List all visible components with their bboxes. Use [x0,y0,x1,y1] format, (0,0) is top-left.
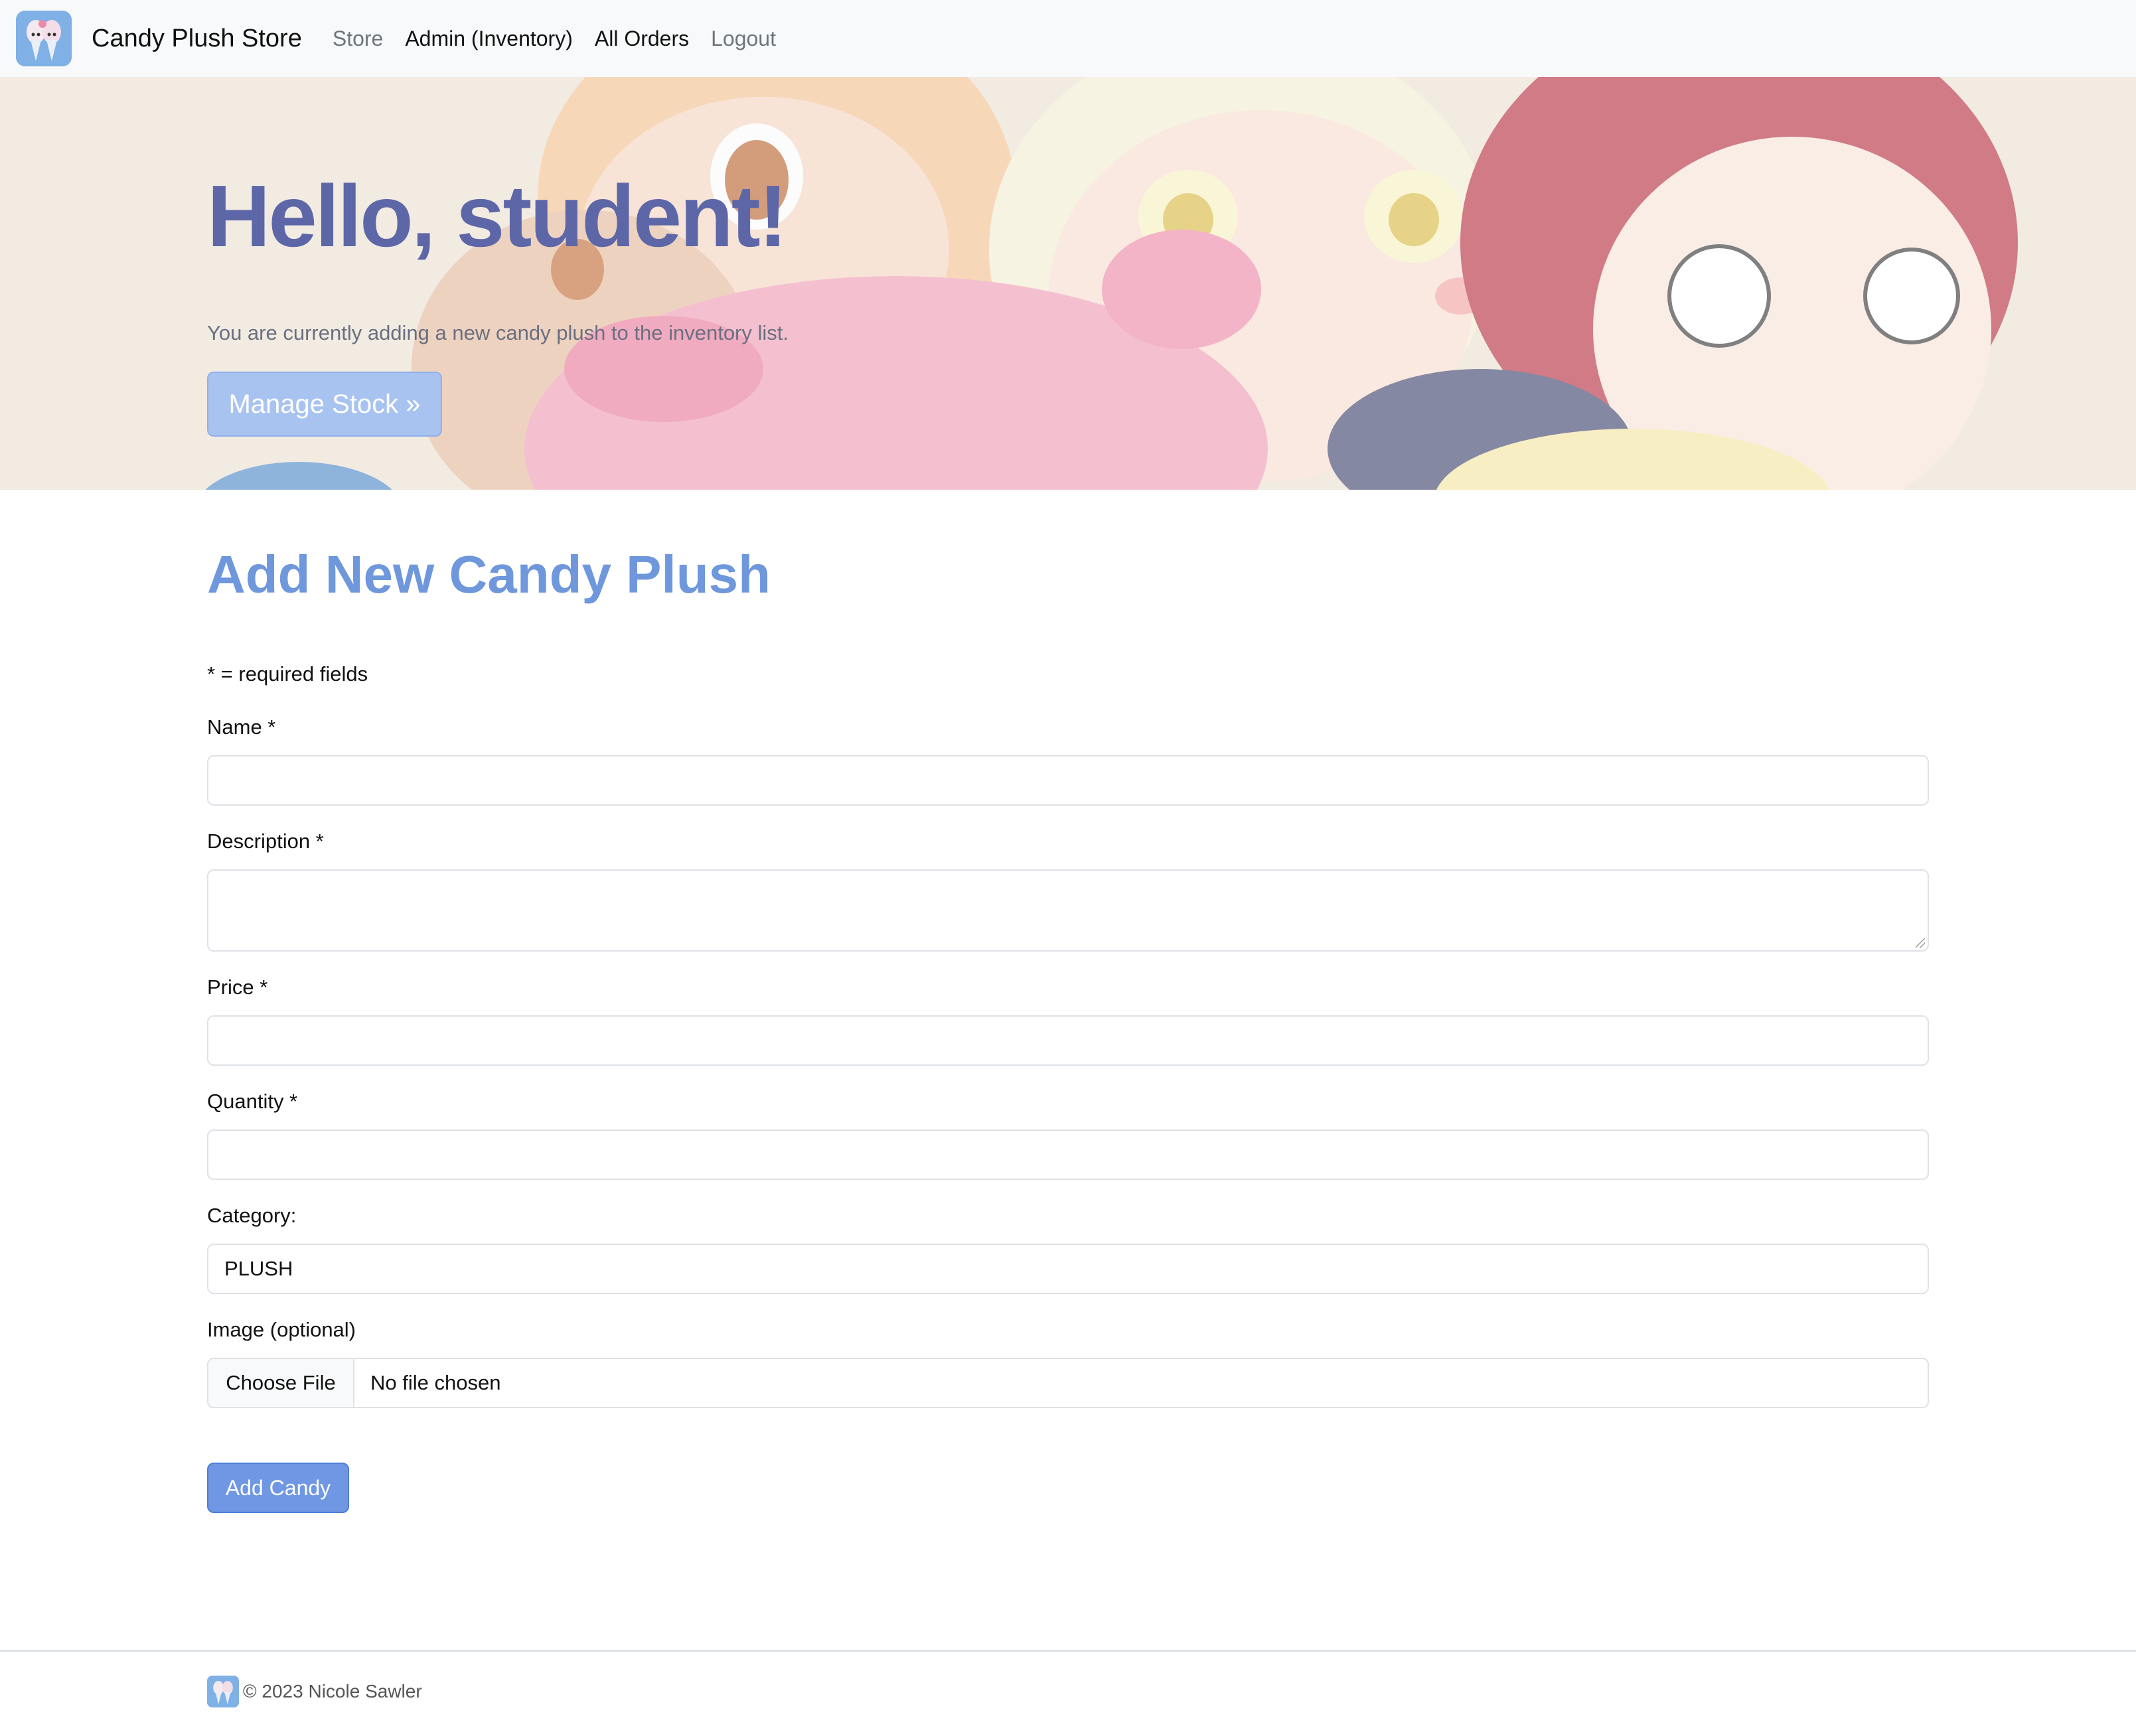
cotton-candy-logo-icon[interactable] [16,11,72,66]
nav-link-logout[interactable]: Logout [711,27,776,51]
image-file-input[interactable]: Choose File No file chosen [207,1358,1929,1408]
image-label: Image (optional) [207,1318,356,1341]
hero-lead: You are currently adding a new candy plu… [207,321,789,344]
quantity-input[interactable] [207,1129,1929,1180]
copyright-text: © 2023 Nicole Sawler [243,1681,422,1701]
nav-link-all-orders[interactable]: All Orders [595,27,689,51]
category-value: PLUSH [224,1257,293,1280]
required-note: * = required fields [207,662,368,686]
choose-file-button[interactable]: Choose File [208,1359,354,1407]
manage-stock-button[interactable]: Manage Stock » [207,372,442,437]
nav-link-store[interactable]: Store [333,27,383,51]
price-label: Price * [207,976,268,999]
page-title: Add New Candy Plush [207,545,771,604]
footer-content: © 2023 Nicole Sawler [207,1676,422,1707]
hero-banner: Hello, student! You are currently adding… [0,77,2136,490]
resize-grip-icon[interactable] [1916,938,1925,948]
navbar: Candy Plush Store Store Admin (Inventory… [0,0,2136,77]
nav-link-admin-inventory[interactable]: Admin (Inventory) [405,27,573,51]
price-input[interactable] [207,1015,1929,1066]
add-candy-button[interactable]: Add Candy [207,1463,349,1513]
name-input[interactable] [207,755,1929,806]
footer: © 2023 Nicole Sawler [0,1650,2136,1736]
description-label: Description * [207,830,324,853]
nav-links: Store Admin (Inventory) All Orders Logou… [333,27,798,51]
quantity-label: Quantity * [207,1090,298,1113]
name-label: Name * [207,715,276,739]
description-textarea[interactable] [207,869,1929,952]
brand-name[interactable]: Candy Plush Store [92,25,302,53]
cotton-candy-logo-icon [207,1676,239,1707]
category-select[interactable]: PLUSH [207,1244,1929,1294]
hero-title: Hello, student! [207,167,788,265]
file-status: No file chosen [370,1371,501,1394]
category-label: Category: [207,1204,297,1227]
